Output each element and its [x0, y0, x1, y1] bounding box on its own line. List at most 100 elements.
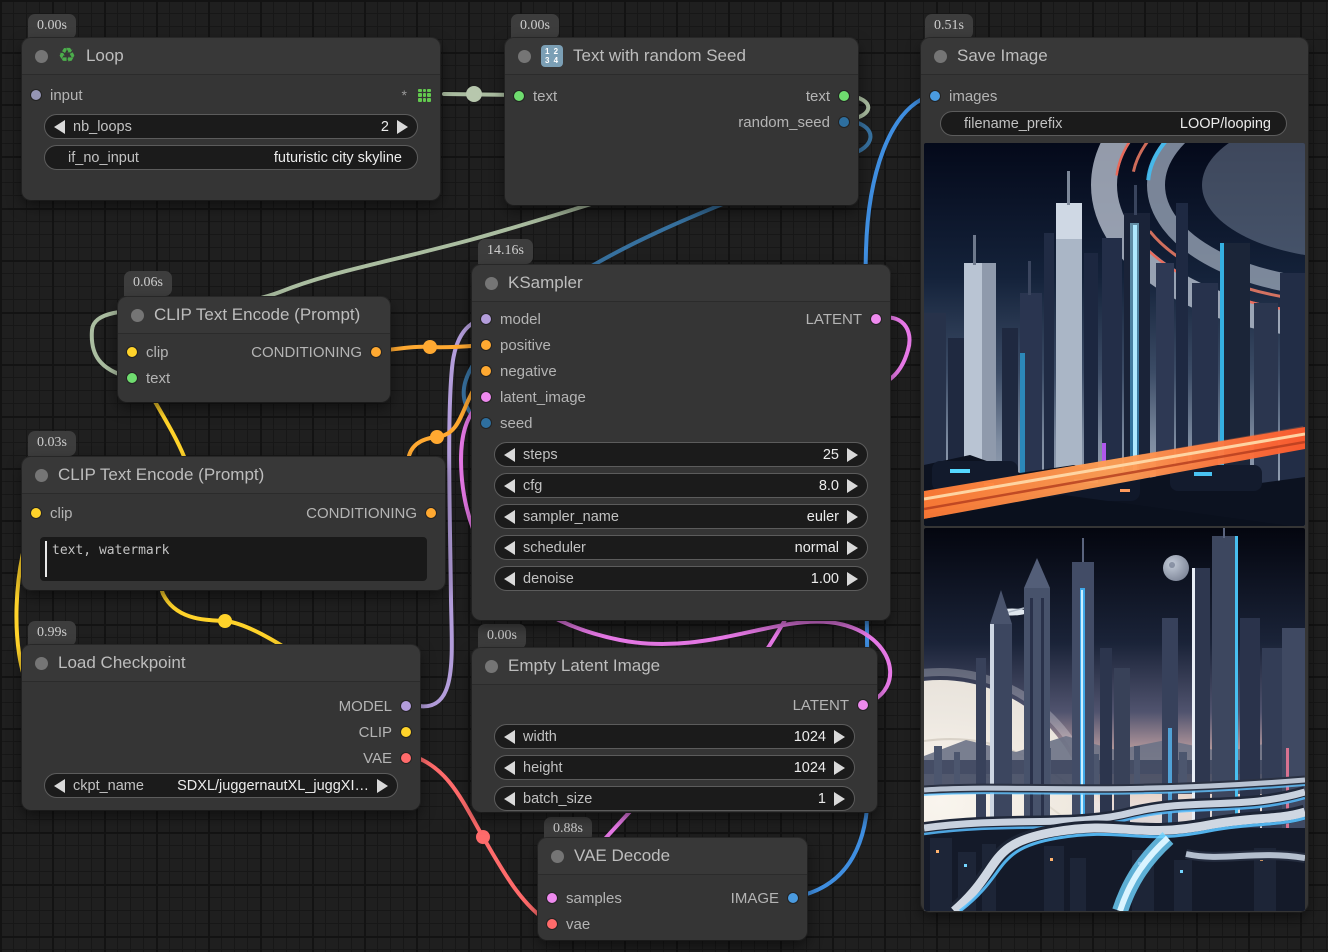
slot-dot[interactable]: [401, 701, 411, 711]
batch-size-widget[interactable]: batch_size 1: [494, 786, 855, 811]
output-slot-vae[interactable]: VAE: [363, 750, 420, 767]
node-header[interactable]: Save Image: [921, 38, 1308, 75]
input-slot-text[interactable]: text: [118, 370, 170, 387]
output-slot-conditioning[interactable]: CONDITIONING: [306, 505, 445, 522]
slot-dot[interactable]: [401, 727, 411, 737]
output-slot-random-seed[interactable]: random_seed: [738, 114, 858, 131]
slot-dot[interactable]: [481, 418, 491, 428]
link-dot-orange-1[interactable]: [423, 340, 437, 354]
link-dot-sage[interactable]: [466, 86, 482, 102]
increment-icon[interactable]: [834, 761, 845, 775]
link-dot-yellow[interactable]: [218, 614, 232, 628]
decrement-icon[interactable]: [54, 120, 65, 134]
output-slot-image[interactable]: IMAGE: [731, 890, 807, 907]
slot-dot[interactable]: [481, 366, 491, 376]
node-clip-text-encode-positive[interactable]: CLIP Text Encode (Prompt) clip CONDITION…: [118, 297, 390, 402]
node-ksampler[interactable]: KSampler model LATENT positive negative: [472, 265, 890, 620]
output-slot-text[interactable]: text: [806, 88, 858, 105]
increment-icon[interactable]: [847, 572, 858, 586]
node-header[interactable]: ♻ Loop: [22, 38, 440, 75]
node-header[interactable]: Empty Latent Image: [472, 648, 877, 685]
height-widget[interactable]: height 1024: [494, 755, 855, 780]
collapse-dot[interactable]: [934, 50, 947, 63]
decrement-icon[interactable]: [504, 792, 515, 806]
slot-dot[interactable]: [858, 700, 868, 710]
node-text-with-random-seed[interactable]: 1 2 3 4 Text with random Seed text text …: [505, 38, 858, 205]
input-slot-clip[interactable]: clip: [118, 344, 169, 361]
increment-icon[interactable]: [847, 479, 858, 493]
collapse-dot[interactable]: [485, 660, 498, 673]
input-slot-clip[interactable]: clip: [22, 505, 73, 522]
decrement-icon[interactable]: [504, 730, 515, 744]
link-dot-red[interactable]: [476, 830, 490, 844]
decrement-icon[interactable]: [54, 779, 65, 793]
output-slot-latent[interactable]: LATENT: [793, 697, 877, 714]
decrement-icon[interactable]: [504, 541, 515, 555]
slot-dot[interactable]: [127, 373, 137, 383]
increment-icon[interactable]: [847, 510, 858, 524]
output-slot-model[interactable]: MODEL: [339, 698, 420, 715]
node-header[interactable]: CLIP Text Encode (Prompt): [22, 457, 445, 494]
slot-dot[interactable]: [31, 508, 41, 518]
increment-icon[interactable]: [834, 730, 845, 744]
node-header[interactable]: CLIP Text Encode (Prompt): [118, 297, 390, 334]
slot-dot[interactable]: [31, 90, 41, 100]
slot-dot[interactable]: [371, 347, 381, 357]
input-slot-images[interactable]: images: [921, 88, 997, 105]
node-vae-decode[interactable]: VAE Decode samples IMAGE vae: [538, 838, 807, 940]
slot-dot[interactable]: [481, 314, 491, 324]
if-no-input-widget[interactable]: if_no_input futuristic city skyline: [44, 145, 418, 170]
collapse-dot[interactable]: [551, 850, 564, 863]
nb-loops-widget[interactable]: nb_loops 2: [44, 114, 418, 139]
prompt-textarea[interactable]: text, watermark: [40, 537, 427, 581]
cfg-widget[interactable]: cfg 8.0: [494, 473, 868, 498]
grid-output-icon[interactable]: [418, 89, 431, 102]
scheduler-widget[interactable]: scheduler normal: [494, 535, 868, 560]
output-slot-conditioning[interactable]: CONDITIONING: [251, 344, 390, 361]
input-slot-negative[interactable]: negative: [472, 363, 557, 380]
node-save-image[interactable]: Save Image images filename_prefix LOOP/l…: [921, 38, 1308, 912]
filename-prefix-widget[interactable]: filename_prefix LOOP/looping: [940, 111, 1287, 136]
slot-dot[interactable]: [426, 508, 436, 518]
input-slot-model[interactable]: model: [472, 311, 541, 328]
increment-icon[interactable]: [847, 541, 858, 555]
slot-dot[interactable]: [481, 340, 491, 350]
increment-icon[interactable]: [834, 792, 845, 806]
width-widget[interactable]: width 1024: [494, 724, 855, 749]
slot-dot[interactable]: [930, 91, 940, 101]
collapse-dot[interactable]: [485, 277, 498, 290]
input-slot-positive[interactable]: positive: [472, 337, 551, 354]
node-empty-latent-image[interactable]: Empty Latent Image LATENT width 1024 hei…: [472, 648, 877, 812]
input-slot-samples[interactable]: samples: [538, 890, 622, 907]
node-loop[interactable]: ♻ Loop input * nb_loops 2 if_no_input: [22, 38, 440, 200]
node-header[interactable]: KSampler: [472, 265, 890, 302]
increment-icon[interactable]: [377, 779, 388, 793]
slot-dot[interactable]: [547, 919, 557, 929]
slot-dot[interactable]: [839, 117, 849, 127]
node-header[interactable]: VAE Decode: [538, 838, 807, 875]
output-slot-wildcard[interactable]: *: [402, 87, 440, 103]
collapse-dot[interactable]: [35, 657, 48, 670]
ckpt-name-widget[interactable]: ckpt_name SDXL/juggernautXL_juggXI…: [44, 773, 398, 798]
decrement-icon[interactable]: [504, 761, 515, 775]
collapse-dot[interactable]: [518, 50, 531, 63]
sampler-name-widget[interactable]: sampler_name euler: [494, 504, 868, 529]
denoise-widget[interactable]: denoise 1.00: [494, 566, 868, 591]
slot-dot[interactable]: [127, 347, 137, 357]
decrement-icon[interactable]: [504, 572, 515, 586]
slot-dot[interactable]: [839, 91, 849, 101]
input-slot-input[interactable]: input: [22, 87, 83, 104]
slot-dot[interactable]: [871, 314, 881, 324]
output-slot-latent[interactable]: LATENT: [806, 311, 890, 328]
slot-dot[interactable]: [514, 91, 524, 101]
collapse-dot[interactable]: [131, 309, 144, 322]
input-slot-vae[interactable]: vae: [538, 916, 590, 933]
node-graph-canvas[interactable]: 0.00s 0.00s 0.51s 14.16s 0.06s 0.03s 0.9…: [0, 0, 1328, 952]
decrement-icon[interactable]: [504, 448, 515, 462]
decrement-icon[interactable]: [504, 510, 515, 524]
collapse-dot[interactable]: [35, 469, 48, 482]
decrement-icon[interactable]: [504, 479, 515, 493]
slot-dot[interactable]: [481, 392, 491, 402]
input-slot-seed[interactable]: seed: [472, 415, 533, 432]
node-clip-text-encode-negative[interactable]: CLIP Text Encode (Prompt) clip CONDITION…: [22, 457, 445, 590]
